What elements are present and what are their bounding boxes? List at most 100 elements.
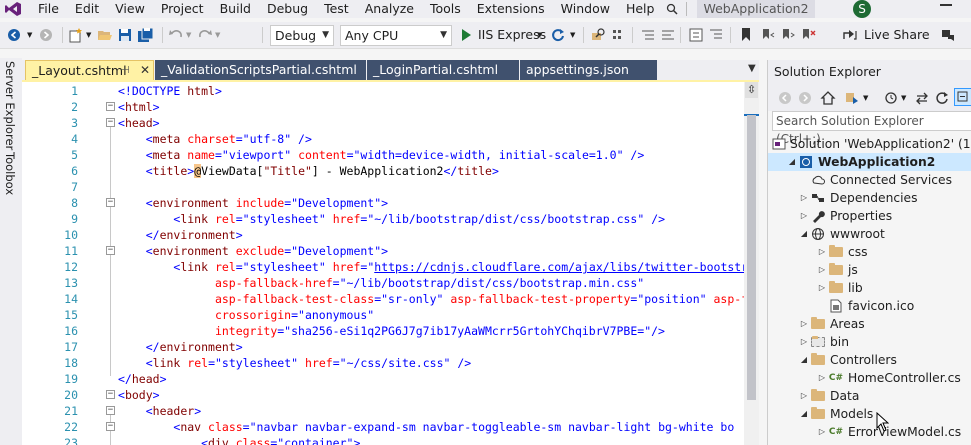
collapse-icon[interactable]: − (106, 406, 115, 415)
increase-indent-icon[interactable] (708, 25, 724, 45)
new-project-icon[interactable] (68, 25, 84, 45)
menu-tools[interactable]: Tools (422, 0, 469, 18)
pending-changes-icon[interactable] (883, 88, 899, 108)
collapse-icon[interactable]: − (106, 422, 115, 431)
menu-help[interactable]: Help (618, 0, 663, 18)
solution-explorer-search-input[interactable]: Search Solution Explorer (Ctrl+;) (772, 111, 971, 146)
find-in-files-icon[interactable] (591, 25, 607, 45)
sync-icon[interactable] (914, 88, 930, 108)
visual-studio-logo-icon[interactable] (0, 0, 26, 18)
collapsed-chevron-icon[interactable]: ▷ (816, 423, 828, 441)
avatar[interactable]: S (853, 0, 871, 18)
tree-item-solution[interactable]: Solution 'WebApplication2' (1 pr (772, 135, 971, 153)
save-all-icon[interactable] (137, 25, 155, 45)
editor-vertical-scrollbar[interactable]: ⇳ (744, 82, 759, 445)
refresh-icon[interactable] (934, 88, 950, 108)
toolbox-tab[interactable]: Toolbox (3, 152, 17, 195)
start-debugging-icon[interactable] (460, 25, 472, 45)
collapsed-chevron-icon[interactable]: ▷ (816, 243, 828, 261)
collapsed-chevron-icon[interactable]: ▷ (816, 279, 828, 297)
scrollbar-thumb[interactable] (747, 115, 756, 400)
menu-window[interactable]: Window (553, 0, 618, 18)
open-folder-icon[interactable] (97, 25, 113, 45)
server-explorer-tab[interactable]: Server Explorer (3, 61, 17, 150)
breakpoints-icon[interactable] (611, 25, 627, 45)
menu-test[interactable]: Test (316, 0, 357, 18)
back-icon[interactable] (778, 88, 792, 108)
home-icon[interactable] (820, 88, 836, 108)
search-icon[interactable] (664, 3, 680, 15)
solution-platform-select[interactable]: Any CPU ▼ (340, 25, 452, 46)
tab-login-partial[interactable]: _LoginPartial.cshtml (367, 60, 519, 80)
tree-item-css[interactable]: ▷ css (816, 243, 868, 261)
collapsed-chevron-icon[interactable]: ▷ (798, 189, 810, 207)
switch-views-icon[interactable] (844, 88, 860, 108)
tree-item-dependencies[interactable]: ▷ Dependencies (798, 189, 918, 207)
tab-appsettings-json[interactable]: appsettings.json (520, 60, 657, 80)
tree-item-wwwroot[interactable]: ◢ wwwroot (798, 225, 885, 243)
next-bookmark-icon[interactable] (780, 25, 796, 45)
expanded-chevron-icon[interactable]: ◢ (798, 405, 810, 423)
close-icon[interactable]: ✕ (140, 60, 150, 80)
tree-item-bin[interactable]: ▷ bin (798, 333, 849, 351)
chevron-down-icon[interactable]: ▼ (863, 88, 868, 108)
collapse-icon[interactable]: − (106, 390, 115, 399)
menu-view[interactable]: View (107, 0, 153, 18)
chevron-down-icon[interactable]: ▼ (86, 25, 91, 45)
collapse-icon[interactable]: − (106, 198, 115, 207)
menu-project[interactable]: Project (153, 0, 212, 18)
navigate-back-icon[interactable] (6, 25, 22, 45)
menu-file[interactable]: File (26, 0, 67, 18)
clear-bookmarks-icon[interactable] (800, 25, 816, 45)
collapse-icon[interactable]: − (106, 118, 115, 127)
tree-item-areas[interactable]: ▷ Areas (798, 315, 865, 333)
navigate-forward-icon[interactable] (38, 25, 54, 45)
chevron-down-icon[interactable]: ▼ (537, 25, 542, 45)
tab-layout-cshtml[interactable]: _Layout.cshtml ⊣ ✕ (25, 60, 154, 80)
forward-icon[interactable] (798, 88, 812, 108)
live-share-icon[interactable] (842, 25, 858, 45)
split-editor-icon[interactable]: ⇳ (745, 82, 758, 98)
decrease-indent-icon[interactable] (688, 25, 704, 45)
menu-debug[interactable]: Debug (259, 0, 316, 18)
tree-item-controllers[interactable]: ◢ Controllers (798, 351, 897, 369)
tree-item-js[interactable]: ▷ js (816, 261, 858, 279)
chevron-down-icon[interactable]: ▼ (215, 25, 220, 45)
refresh-icon[interactable] (550, 25, 566, 45)
chevron-down-icon[interactable]: ▼ (901, 88, 906, 108)
tree-item-home-controller[interactable]: ▷ C# HomeController.cs (816, 369, 961, 387)
code-editor[interactable]: 1 <!DOCTYPE html> 2 − <html> 3 − <head> … (22, 82, 744, 445)
feedback-icon[interactable] (940, 25, 956, 45)
menu-edit[interactable]: Edit (67, 0, 107, 18)
collapse-icon[interactable]: − (106, 246, 115, 255)
collapsed-chevron-icon[interactable]: ▷ (798, 333, 810, 351)
tree-item-properties[interactable]: ▷ Properties (798, 207, 892, 225)
live-share-label[interactable]: Live Share (864, 25, 930, 45)
uncomment-icon[interactable] (660, 25, 676, 45)
collapsed-chevron-icon[interactable]: ▷ (798, 207, 810, 225)
chevron-down-icon[interactable]: ▼ (27, 25, 32, 45)
bookmark-icon[interactable] (740, 25, 752, 45)
tree-item-models[interactable]: ◢ Models (798, 405, 873, 423)
tree-item-lib[interactable]: ▷ lib (816, 279, 863, 297)
collapsed-chevron-icon[interactable]: ▷ (798, 315, 810, 333)
tab-overflow-chevron-icon[interactable]: ▼ (748, 63, 756, 74)
tree-item-connected-services[interactable]: Connected Services (798, 171, 952, 189)
solution-configuration-select[interactable]: Debug ▼ (270, 25, 334, 46)
expanded-chevron-icon[interactable]: ◢ (798, 351, 810, 369)
pin-icon[interactable]: ⊣ (121, 61, 130, 81)
expanded-chevron-icon[interactable]: ◢ (786, 153, 798, 171)
undo-icon[interactable] (168, 25, 184, 45)
chevron-down-icon[interactable]: ▼ (570, 25, 575, 45)
run-target-label[interactable]: IIS Express (478, 25, 546, 45)
tree-item-project[interactable]: ◢ WebApplication2 (768, 153, 971, 171)
expanded-chevron-icon[interactable]: ◢ (798, 225, 810, 243)
chevron-down-icon[interactable]: ▼ (186, 25, 191, 45)
menu-analyze[interactable]: Analyze (357, 0, 422, 18)
tree-item-favicon[interactable]: favicon.ico (816, 297, 914, 315)
menu-build[interactable]: Build (212, 0, 259, 18)
collapsed-chevron-icon[interactable]: ▷ (816, 261, 828, 279)
comment-out-icon[interactable] (640, 25, 656, 45)
redo-icon[interactable] (197, 25, 213, 45)
minimize-icon[interactable] (940, 4, 952, 6)
